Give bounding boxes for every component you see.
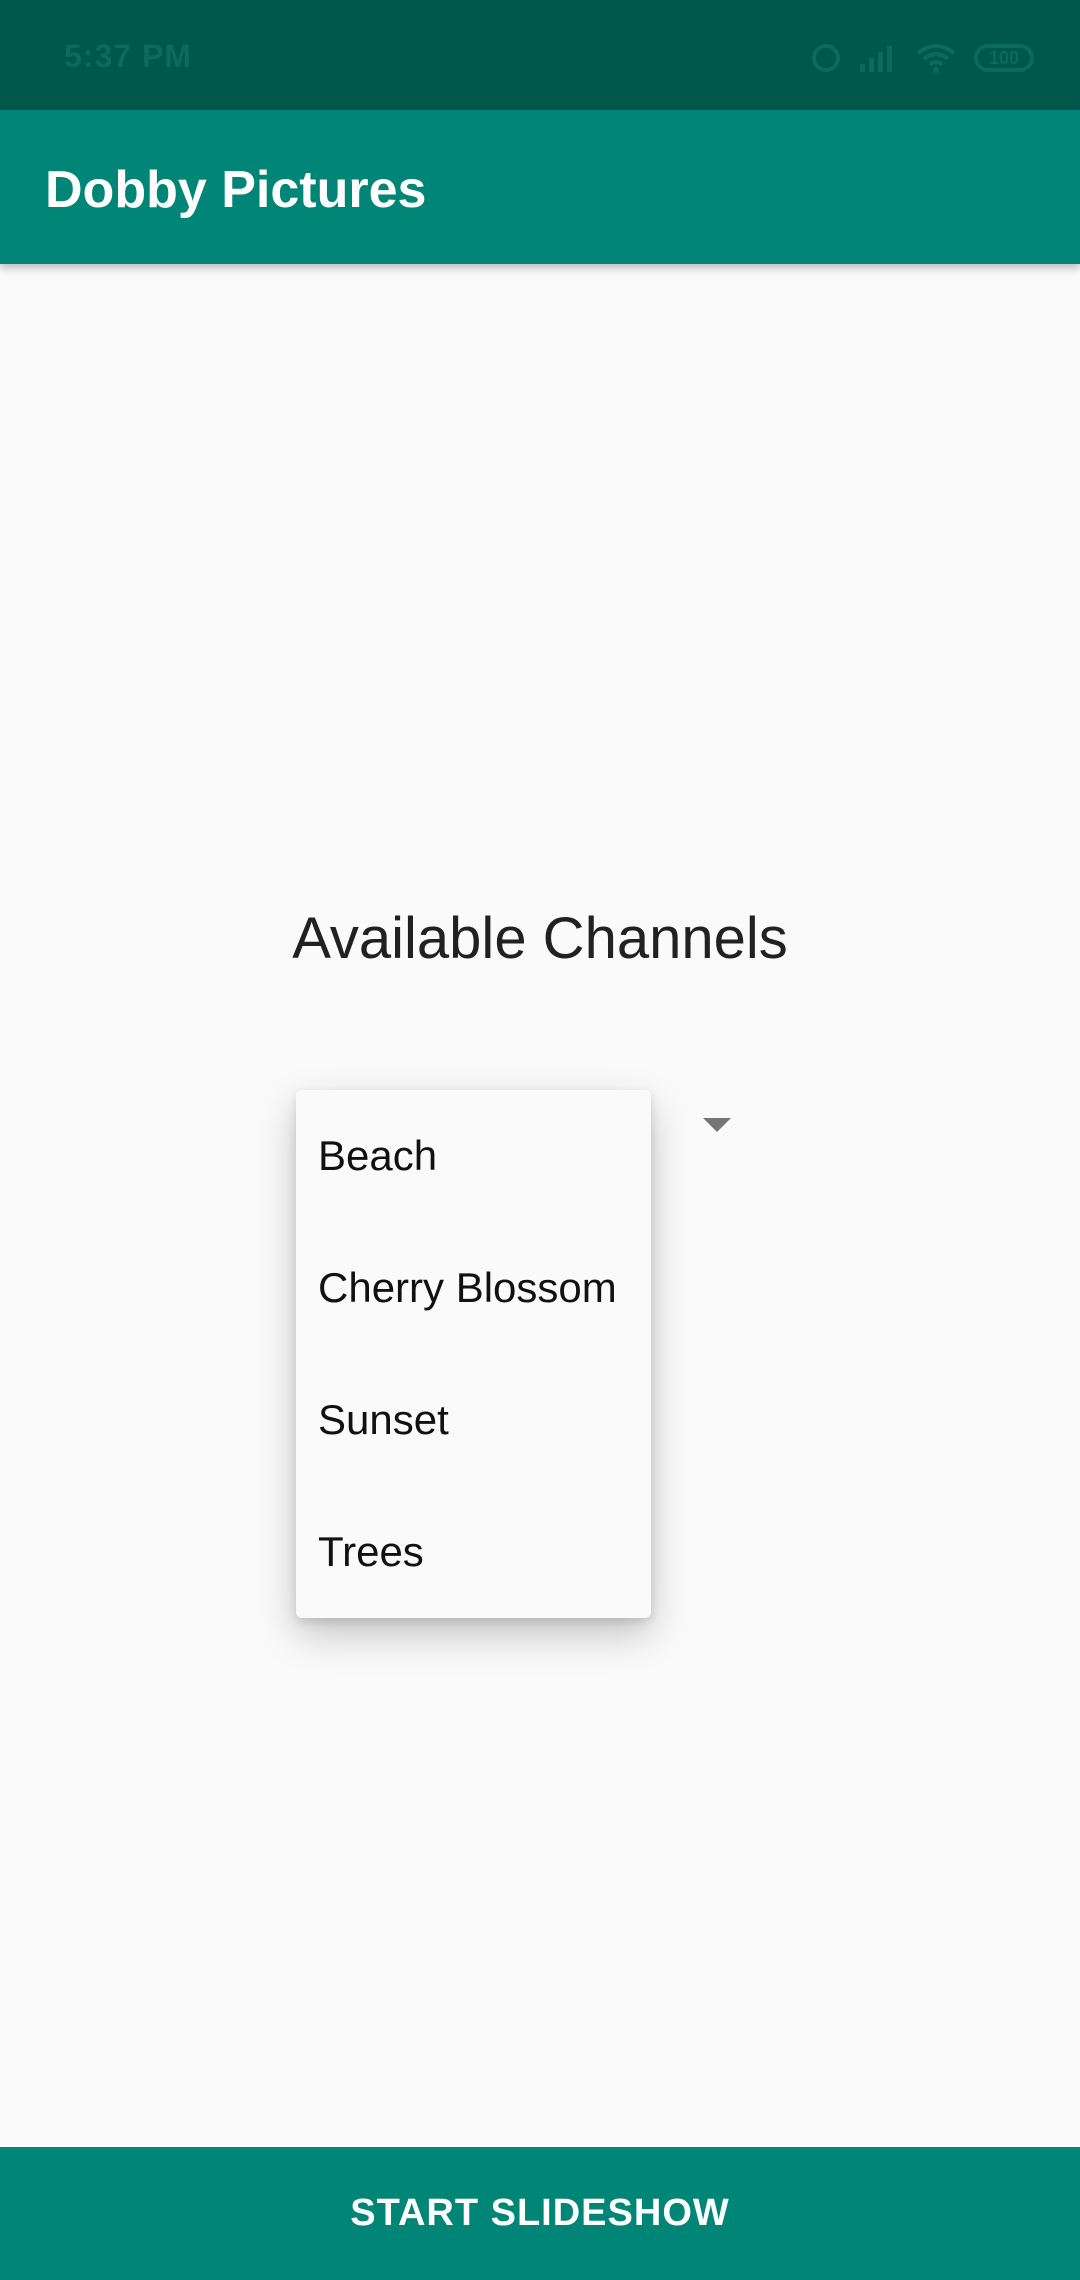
start-slideshow-button[interactable]: START SLIDESHOW bbox=[0, 2147, 1080, 2280]
dropdown-item-label: Sunset bbox=[318, 1396, 449, 1443]
status-time: 5:37 PM bbox=[64, 38, 192, 74]
channels-heading: Available Channels bbox=[292, 906, 788, 971]
channel-dropdown-menu: Beach Cherry Blossom Sunset Trees bbox=[296, 1090, 651, 1618]
dropdown-item-cherry-blossom[interactable]: Cherry Blossom bbox=[296, 1222, 651, 1354]
alarm-icon bbox=[812, 44, 840, 72]
battery-icon: 100 bbox=[974, 44, 1034, 72]
dropdown-item-label: Beach bbox=[318, 1132, 438, 1179]
screen: 5:37 PM 100 Dobby Pictures Available Cha… bbox=[0, 0, 1080, 2280]
dropdown-item-label: Cherry Blossom bbox=[318, 1264, 617, 1311]
dropdown-item-sunset[interactable]: Sunset bbox=[296, 1354, 651, 1486]
status-bar: 5:37 PM 100 bbox=[0, 0, 1080, 110]
dropdown-item-beach[interactable]: Beach bbox=[296, 1090, 651, 1222]
dropdown-item-trees[interactable]: Trees bbox=[296, 1486, 651, 1618]
dropdown-arrow-icon[interactable] bbox=[703, 1118, 731, 1132]
app-bar: Dobby Pictures bbox=[0, 110, 1080, 264]
dropdown-item-label: Trees bbox=[318, 1528, 424, 1575]
app-title: Dobby Pictures bbox=[45, 161, 427, 219]
wifi-icon bbox=[916, 43, 956, 73]
status-icons: 100 bbox=[812, 40, 1034, 76]
signal-icon bbox=[858, 44, 898, 72]
